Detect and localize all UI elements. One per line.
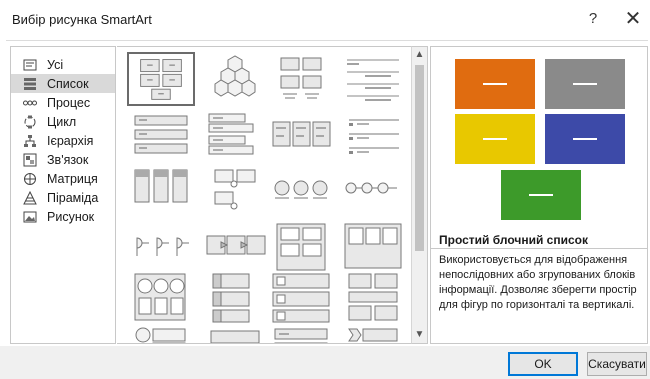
pyramid-icon: [23, 190, 37, 205]
layout-vertical-bullet-list[interactable]: [127, 110, 195, 164]
category-label: Список: [47, 76, 89, 91]
process-icon: [23, 96, 37, 110]
preview-title: Простий блочний список: [439, 233, 588, 247]
category-label: Процес: [47, 95, 91, 110]
layout-basic-block-list[interactable]: [127, 52, 195, 106]
layout-table-list[interactable]: [127, 164, 195, 218]
picture-icon: [23, 210, 37, 224]
category-label: Рисунок: [47, 209, 95, 224]
cancel-button[interactable]: Скасувати: [587, 352, 647, 376]
layout-lined-list[interactable]: [339, 52, 407, 106]
gallery-scrollbar[interactable]: ▲ ▼: [411, 46, 428, 344]
layout-hexagon-cluster[interactable]: [201, 52, 269, 106]
category-label: Ієрархія: [47, 133, 94, 148]
layout-segmented-list[interactable]: [267, 323, 335, 343]
preview-description: Використовується для відображення непосл…: [431, 248, 647, 344]
layout-gallery: [117, 46, 411, 344]
layout-vertical-box-list[interactable]: [267, 220, 335, 274]
layout-picture-accent-list[interactable]: [127, 270, 195, 324]
hierarchy-icon: [23, 134, 37, 148]
close-button[interactable]: ✕: [622, 7, 644, 31]
category-item-cycle[interactable]: Цикл: [11, 112, 115, 131]
preview-block-green: [501, 170, 581, 220]
help-button[interactable]: ?: [584, 10, 602, 30]
scroll-thumb[interactable]: [415, 65, 424, 251]
layout-circle-accent-list[interactable]: [267, 164, 335, 218]
layout-horizontal-picture-list[interactable]: [339, 220, 407, 274]
category-item-picture[interactable]: Рисунок: [11, 207, 115, 226]
category-item-relationship[interactable]: Зв'язок: [11, 150, 115, 169]
layout-chevron-accent-list[interactable]: [201, 220, 269, 274]
category-list: Усі Список Процес Цикл Ієрархія Зв'язок: [10, 46, 116, 344]
category-item-list[interactable]: Список: [11, 74, 115, 93]
layout-bending-list[interactable]: [339, 164, 407, 218]
scroll-down-arrow-icon[interactable]: ▼: [412, 327, 427, 343]
layout-square-accent-list[interactable]: [201, 323, 269, 343]
dialog-title: Вибір рисунка SmartArt: [12, 12, 152, 27]
title-bar: Вибір рисунка SmartArt ? ✕: [0, 0, 650, 40]
layout-tabbed-list[interactable]: [339, 110, 407, 164]
category-label: Зв'язок: [47, 152, 89, 167]
category-item-pyramid[interactable]: Піраміда: [11, 188, 115, 207]
preview-panel: Простий блочний список Використовується …: [430, 46, 648, 344]
category-item-matrix[interactable]: Матриця: [11, 169, 115, 188]
layout-horizontal-bullet-list[interactable]: [267, 52, 335, 106]
dialog-footer: OK Скасувати: [0, 346, 650, 379]
relationship-icon: [23, 153, 37, 167]
layout-grouped-list[interactable]: [267, 110, 335, 164]
layout-stacked-blocks-list[interactable]: [339, 270, 407, 324]
layout-pin-list[interactable]: [127, 220, 195, 274]
matrix-icon: [23, 172, 37, 186]
layout-picture-caption-list[interactable]: [201, 164, 269, 218]
cycle-icon: [23, 115, 37, 129]
category-label: Усі: [47, 57, 64, 72]
layout-stacked-list[interactable]: [201, 110, 269, 164]
category-item-hierarchy[interactable]: Ієрархія: [11, 131, 115, 150]
ok-button[interactable]: OK: [508, 352, 578, 376]
preview-block-gray: [545, 59, 625, 109]
preview-block-yellow: [455, 114, 535, 164]
category-label: Матриця: [47, 171, 98, 186]
layout-bracket-list[interactable]: [339, 323, 407, 343]
list-icon: [23, 77, 37, 91]
category-item-all[interactable]: Усі: [11, 55, 115, 74]
preview-block-orange: [455, 59, 535, 109]
layout-trapezoid-list[interactable]: [201, 270, 269, 324]
layout-circle-picture-list[interactable]: [127, 323, 195, 343]
layout-descending-block-list[interactable]: [267, 270, 335, 324]
category-label: Піраміда: [47, 190, 99, 205]
preview-block-blue: [545, 114, 625, 164]
category-item-process[interactable]: Процес: [11, 93, 115, 112]
scroll-up-arrow-icon[interactable]: ▲: [412, 47, 427, 63]
all-icon: [23, 58, 37, 72]
category-label: Цикл: [47, 114, 77, 129]
